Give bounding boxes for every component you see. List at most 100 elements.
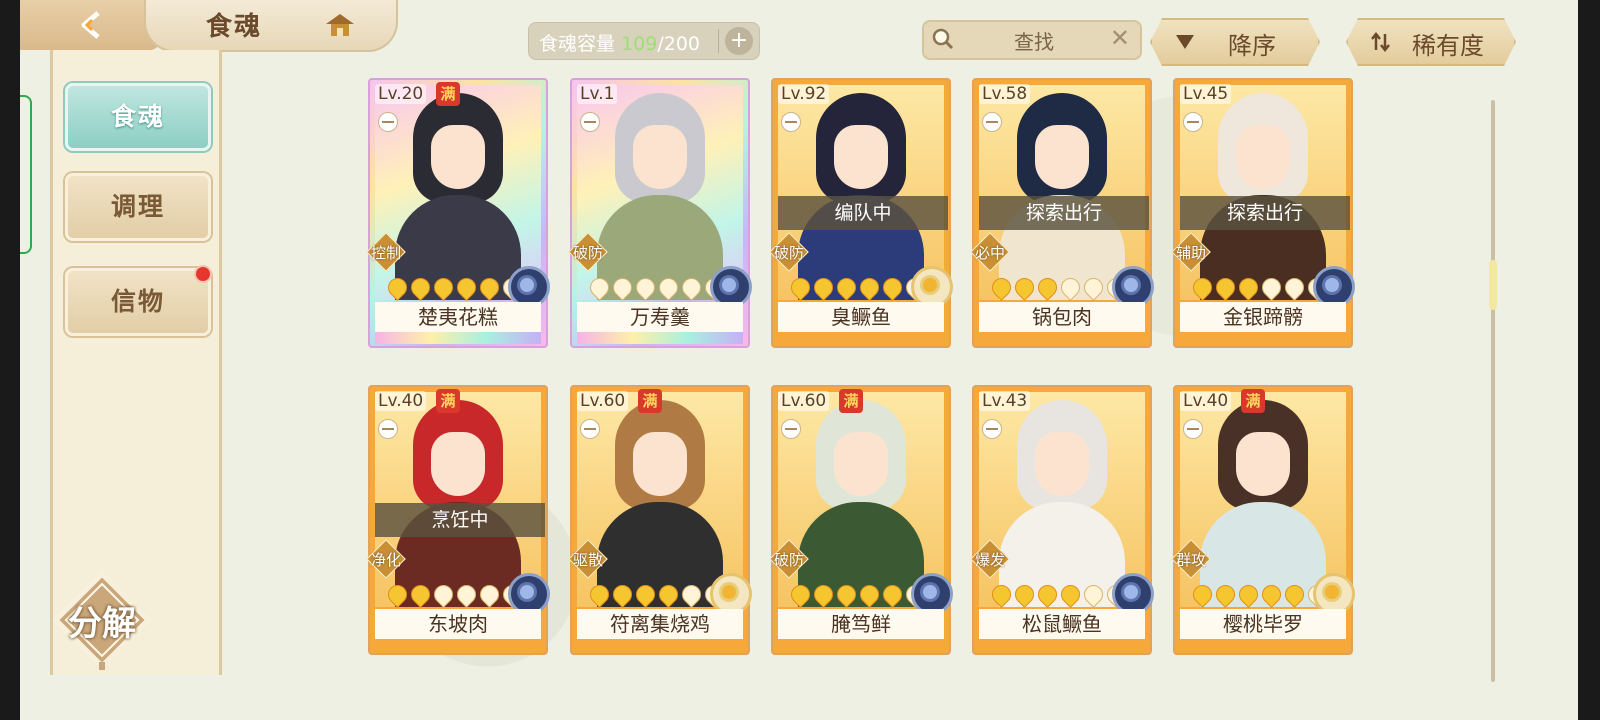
character-card[interactable]: Lv.1 破防 万寿羹 — [568, 78, 752, 348]
character-name: 金银蹄髈 — [1180, 302, 1346, 332]
star-flame-icon — [430, 581, 457, 608]
status-banner: 编队中 — [778, 196, 948, 230]
star-flame-icon — [1034, 581, 1061, 608]
star-flame-icon — [609, 581, 636, 608]
rarity-strip — [979, 639, 1145, 651]
capacity-current: 109 — [621, 33, 658, 55]
role-badge: 驱散 — [568, 539, 608, 579]
character-card[interactable]: Lv.43 爆发 松鼠鳜鱼 — [970, 385, 1154, 655]
star-rating — [1189, 274, 1331, 301]
sidebar-item-label: 信物 — [110, 287, 165, 316]
star-flame-icon — [1057, 581, 1084, 608]
portrait-face — [431, 125, 485, 189]
character-card[interactable]: Lv.20 满 控制 楚夷花糕 — [366, 78, 550, 348]
bowl-icon — [982, 419, 1002, 439]
capacity-label: 食魂容量 — [539, 33, 616, 55]
star-flame-icon — [1189, 274, 1216, 301]
role-badge: 破防 — [568, 232, 608, 272]
scrollbar[interactable] — [1489, 100, 1497, 682]
sort-rarity-button[interactable]: 稀有度 — [1346, 18, 1516, 66]
bowl-icon — [1183, 419, 1203, 439]
bowl-icon — [378, 112, 398, 132]
character-name: 符离集烧鸡 — [577, 609, 743, 639]
character-card[interactable]: Lv.58 探索出行 必中 锅包肉 — [970, 78, 1154, 348]
character-card[interactable]: Lv.92 编队中 破防 臭鳜鱼 — [769, 78, 953, 348]
star-flame-icon — [586, 581, 613, 608]
star-flame-icon — [678, 581, 705, 608]
star-flame-icon — [407, 581, 434, 608]
star-flame-icon — [476, 581, 503, 608]
portrait-face — [1035, 125, 1089, 189]
sidebar-item-label: 食魂 — [110, 102, 165, 131]
star-flame-icon — [678, 274, 705, 301]
sort-order-button[interactable]: 降序 — [1150, 18, 1320, 66]
level-label: Lv.60 — [778, 391, 830, 411]
game-screen: 食魂 食魂容量 109/200 + 查找 ✕ 降序 稀有度 食魂 调理 信物 分… — [20, 0, 1578, 720]
rarity-strip — [375, 332, 541, 344]
character-card[interactable]: Lv.45 探索出行 辅助 金银蹄髈 — [1171, 78, 1355, 348]
home-icon[interactable] — [324, 10, 356, 40]
character-name: 万寿羹 — [577, 302, 743, 332]
role-label: 驱散 — [572, 551, 603, 569]
portrait-face — [633, 125, 687, 189]
star-rating — [787, 581, 929, 608]
star-flame-icon — [586, 274, 613, 301]
sidebar-item-tiaoli[interactable]: 调理 — [65, 173, 211, 241]
star-flame-icon — [1057, 274, 1084, 301]
back-arrow-icon — [81, 11, 100, 39]
role-label: 必中 — [974, 244, 1005, 262]
scrollbar-thumb[interactable] — [1489, 260, 1497, 310]
back-button[interactable] — [20, 0, 160, 50]
rarity-strip — [1180, 639, 1346, 651]
character-card[interactable]: Lv.60 满 驱散 符离集烧鸡 — [568, 385, 752, 655]
level-label: Lv.60 — [577, 391, 629, 411]
portrait-face — [633, 432, 687, 496]
sidebar-item-shihun[interactable]: 食魂 — [65, 83, 211, 151]
max-level-badge: 满 — [839, 389, 863, 413]
star-flame-icon — [1011, 274, 1038, 301]
bowl-icon — [781, 419, 801, 439]
portrait-face — [834, 432, 888, 496]
star-flame-icon — [655, 274, 682, 301]
character-card[interactable]: Lv.40 满 烹饪中 净化 东坡肉 — [366, 385, 550, 655]
search-input[interactable]: 查找 — [1014, 26, 1054, 55]
character-card[interactable]: Lv.60 满 破防 腌笃鲜 — [769, 385, 953, 655]
star-flame-icon — [1235, 581, 1262, 608]
bowl-icon — [1183, 112, 1203, 132]
bowl-icon — [580, 419, 600, 439]
star-flame-icon — [453, 581, 480, 608]
search-box[interactable]: 查找 ✕ — [922, 20, 1142, 60]
role-label: 破防 — [773, 244, 804, 262]
character-name: 樱桃毕罗 — [1180, 609, 1346, 639]
star-flame-icon — [856, 581, 883, 608]
star-flame-icon — [988, 581, 1015, 608]
character-name: 锅包肉 — [979, 302, 1145, 332]
character-name: 松鼠鳜鱼 — [979, 609, 1145, 639]
sort-order-label: 降序 — [1228, 32, 1276, 60]
star-flame-icon — [1281, 581, 1308, 608]
rarity-strip — [1180, 332, 1346, 344]
role-badge: 破防 — [769, 539, 809, 579]
star-rating — [988, 274, 1130, 301]
rarity-strip — [979, 332, 1145, 344]
capacity-max: /200 — [657, 33, 700, 55]
star-flame-icon — [476, 274, 503, 301]
star-flame-icon — [384, 581, 411, 608]
role-badge: 净化 — [366, 539, 406, 579]
decompose-button[interactable]: 分解 — [52, 570, 152, 676]
notification-badge — [194, 265, 212, 283]
character-name: 楚夷花糕 — [375, 302, 541, 332]
character-name: 臭鳜鱼 — [778, 302, 944, 332]
character-card[interactable]: Lv.40 满 群攻 樱桃毕罗 — [1171, 385, 1355, 655]
add-capacity-button[interactable]: + — [725, 27, 753, 55]
device-edge — [1578, 0, 1600, 720]
sidebar-item-xinwu[interactable]: 信物 — [65, 265, 212, 336]
star-flame-icon — [1212, 581, 1239, 608]
clear-search-icon[interactable]: ✕ — [1110, 24, 1130, 52]
status-banner: 烹饪中 — [375, 503, 545, 537]
role-badge: 破防 — [769, 232, 809, 272]
star-flame-icon — [655, 581, 682, 608]
star-flame-icon — [453, 274, 480, 301]
title-plate: 食魂 — [144, 0, 398, 52]
edge-tab[interactable] — [20, 95, 32, 254]
